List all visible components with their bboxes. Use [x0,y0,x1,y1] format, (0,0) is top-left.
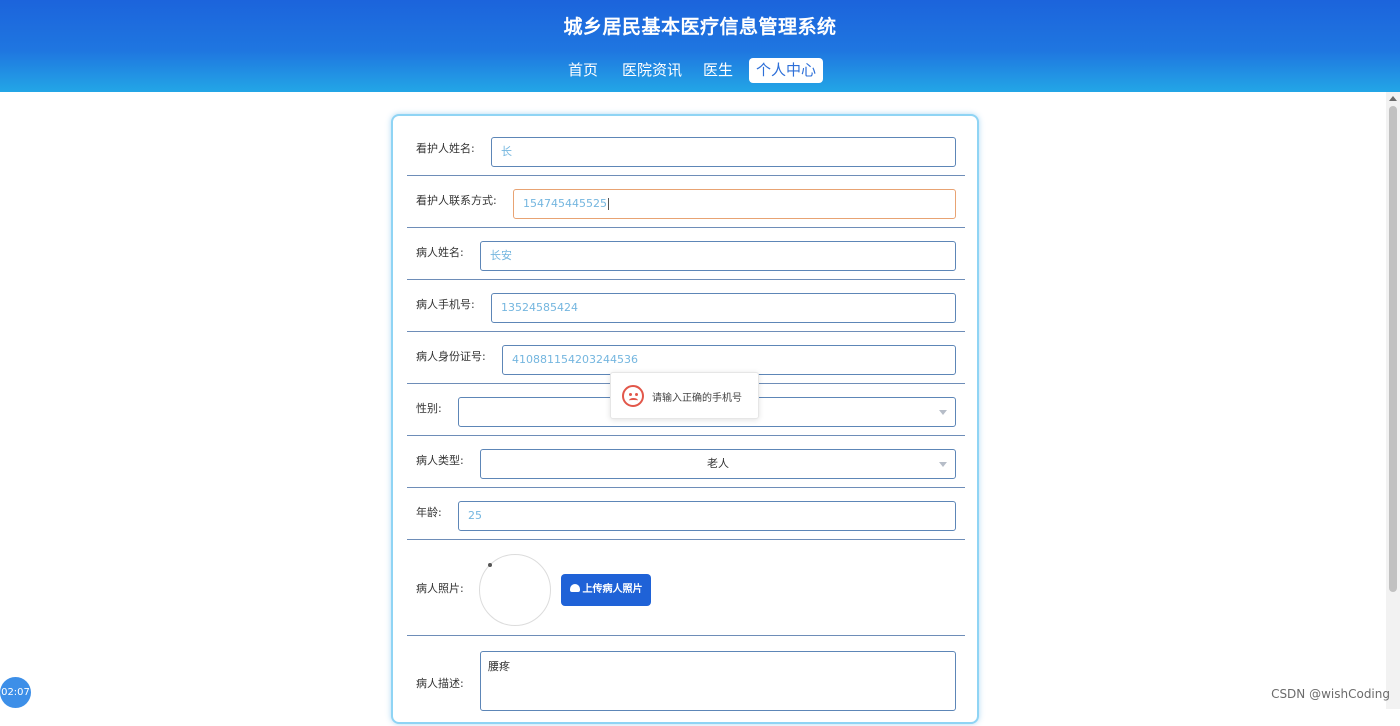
form-row-caregiver-contact: 看护人联系方式: 154745445525 [407,176,965,228]
patient-info-form: 看护人姓名: 长 看护人联系方式: 154745445525 病人姓名: 长安 … [391,114,979,724]
vertical-scrollbar[interactable] [1386,92,1400,709]
form-row-patient-description: 病人描述: 腰疼 [407,636,965,726]
patient-id-label: 病人身份证号: [416,350,486,363]
patient-name-input[interactable]: 长安 [480,241,956,271]
chevron-down-icon [939,462,947,467]
text-caret [607,198,609,210]
patient-photo-label: 病人照片: [416,582,464,595]
nav-item-doctors[interactable]: 医生 [696,58,740,83]
main-nav: 首页 医院资讯 医生 个人中心 [0,58,1400,84]
nav-item-hospital-news[interactable]: 医院资讯 [615,58,689,83]
form-row-age: 年龄: 25 [407,488,965,540]
form-row-patient-type: 病人类型: 老人 [407,436,965,488]
header-bar: 城乡居民基本医疗信息管理系统 首页 医院资讯 医生 个人中心 [0,0,1400,92]
cloud-upload-icon [569,584,580,592]
chevron-down-icon [939,410,947,415]
caregiver-name-input[interactable]: 长 [491,137,956,167]
patient-photo-preview[interactable] [479,554,551,626]
age-input[interactable]: 25 [458,501,956,531]
patient-id-input[interactable]: 410881154203244536 [502,345,956,375]
upload-photo-button[interactable]: 上传病人照片 [561,574,651,606]
patient-phone-label: 病人手机号: [416,298,475,311]
patient-phone-input[interactable]: 13524585424 [491,293,956,323]
form-row-caregiver-name: 看护人姓名: 长 [407,116,965,176]
loading-dot [488,563,492,567]
nav-item-personal-center[interactable]: 个人中心 [749,58,824,83]
app-title: 城乡居民基本医疗信息管理系统 [563,16,837,38]
error-toast: 请输入正确的手机号 [610,372,759,419]
caregiver-contact-input[interactable]: 154745445525 [513,189,956,219]
caregiver-name-label: 看护人姓名: [416,142,475,155]
patient-name-label: 病人姓名: [416,246,464,259]
watermark: CSDN @wishCoding [1271,687,1390,701]
form-row-patient-photo: 病人照片: 上传病人照片 [407,540,965,636]
gender-label: 性别: [416,402,442,415]
sad-face-icon [622,385,644,407]
age-label: 年龄: [416,506,442,519]
caregiver-contact-value: 154745445525 [523,197,607,210]
form-row-patient-name: 病人姓名: 长安 [407,228,965,280]
toast-message: 请输入正确的手机号 [652,393,742,404]
upload-photo-label: 上传病人照片 [582,584,643,595]
scroll-thumb[interactable] [1389,106,1397,592]
patient-type-value: 老人 [707,457,729,470]
caregiver-contact-label: 看护人联系方式: [416,194,497,207]
patient-type-label: 病人类型: [416,454,464,467]
patient-type-select[interactable]: 老人 [480,449,956,479]
patient-description-textarea[interactable]: 腰疼 [480,651,956,711]
form-row-patient-phone: 病人手机号: 13524585424 [407,280,965,332]
patient-description-label: 病人描述: [416,677,464,690]
nav-item-home[interactable]: 首页 [561,58,605,83]
scroll-up-arrow-icon[interactable] [1389,96,1397,101]
recording-timer: 02:07 [0,677,31,708]
